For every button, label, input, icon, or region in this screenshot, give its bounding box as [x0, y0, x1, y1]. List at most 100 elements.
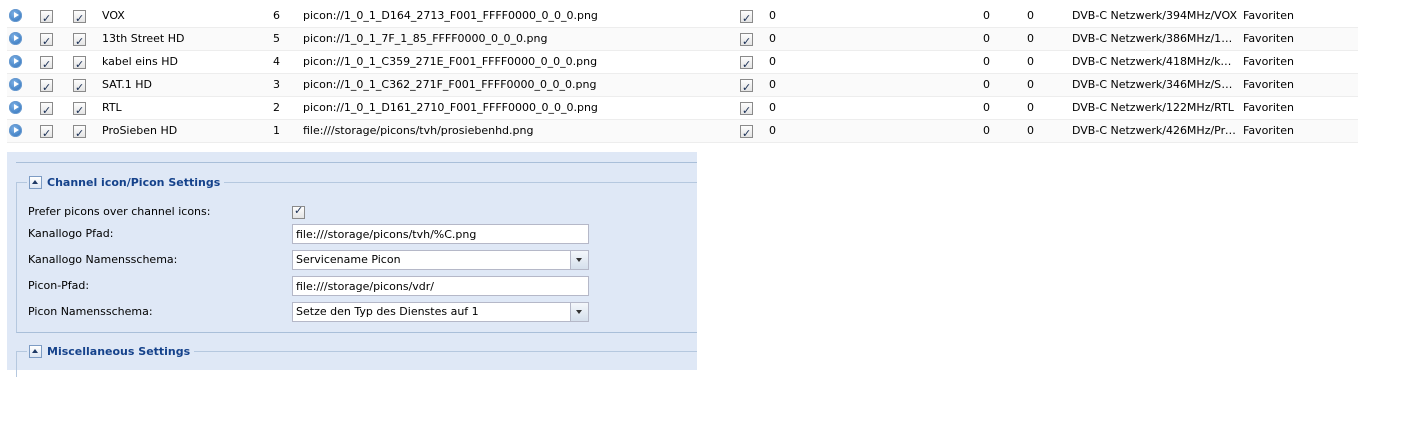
tags-cell[interactable]: Favoriten	[1243, 97, 1343, 119]
channel-icon-url-cell[interactable]: picon://1_0_1_C362_271F_F001_FFFF0000_0_…	[303, 74, 723, 96]
channel-name-cell[interactable]: SAT.1 HD	[102, 74, 262, 96]
channel-number-cell[interactable]: 2	[273, 97, 293, 119]
picon-path-label: Picon-Pfad:	[28, 279, 90, 292]
value-cell-2[interactable]: 0	[983, 5, 995, 27]
value-cell-3[interactable]: 0	[1027, 74, 1039, 96]
channel-number-cell[interactable]: 4	[273, 51, 293, 73]
value-cell-3[interactable]: 0	[1027, 5, 1039, 27]
table-row[interactable]: SAT.1 HD 3 picon://1_0_1_C362_271F_F001_…	[7, 74, 1358, 97]
autoname-checkbox[interactable]	[740, 31, 753, 50]
play-icon[interactable]	[9, 78, 22, 91]
enabled-checkbox[interactable]	[40, 54, 53, 73]
autoname-checkbox[interactable]	[740, 54, 753, 73]
section-title[interactable]: Channel icon/Picon Settings	[47, 176, 220, 189]
enabled-checkbox[interactable]	[40, 100, 53, 119]
services-cell[interactable]: DVB-C Netzwerk/346MHz/SAT...	[1072, 74, 1238, 96]
collapse-icon[interactable]	[29, 345, 42, 358]
chevron-down-icon[interactable]	[570, 251, 588, 269]
epg-checkbox[interactable]	[73, 100, 86, 119]
channel-icon-scheme-select[interactable]: Servicename Picon	[292, 250, 589, 270]
enabled-checkbox[interactable]	[40, 77, 53, 96]
channel-name-cell[interactable]: kabel eins HD	[102, 51, 262, 73]
channel-number-cell[interactable]: 1	[273, 120, 293, 142]
channel-name-cell[interactable]: ProSieben HD	[102, 120, 262, 142]
selected-value: Servicename Picon	[296, 253, 401, 266]
value-cell-1[interactable]: 0	[769, 74, 809, 96]
channel-icon-url-cell[interactable]: picon://1_0_1_7F_1_85_FFFF0000_0_0_0.png	[303, 28, 723, 50]
collapse-icon[interactable]	[29, 176, 42, 189]
tags-cell[interactable]: Favoriten	[1243, 120, 1343, 142]
value-cell-2[interactable]: 0	[983, 120, 995, 142]
table-row[interactable]: kabel eins HD 4 picon://1_0_1_C359_271E_…	[7, 51, 1358, 74]
value-cell-1[interactable]: 0	[769, 51, 809, 73]
prefer-picons-label: Prefer picons over channel icons:	[28, 205, 211, 218]
prefer-picons-checkbox[interactable]	[292, 204, 305, 219]
epg-checkbox[interactable]	[73, 54, 86, 73]
play-icon[interactable]	[9, 32, 22, 45]
section-title[interactable]: Miscellaneous Settings	[47, 345, 190, 358]
picon-path-row: Picon-Pfad:	[28, 276, 589, 298]
value-cell-1[interactable]: 0	[769, 97, 809, 119]
channel-icon-url-cell[interactable]: file:///storage/picons/tvh/prosiebenhd.p…	[303, 120, 723, 142]
divider	[16, 162, 697, 163]
value-cell-1[interactable]: 0	[769, 5, 809, 27]
picon-path-input[interactable]	[292, 276, 589, 296]
channel-number-cell[interactable]: 6	[273, 5, 293, 27]
play-icon[interactable]	[9, 124, 22, 137]
autoname-checkbox[interactable]	[740, 77, 753, 96]
channel-icon-url-cell[interactable]: picon://1_0_1_C359_271E_F001_FFFF0000_0_…	[303, 51, 723, 73]
autoname-checkbox[interactable]	[740, 100, 753, 119]
misc-settings-legend[interactable]: Miscellaneous Settings	[27, 343, 195, 360]
value-cell-3[interactable]: 0	[1027, 97, 1039, 119]
enabled-checkbox[interactable]	[40, 123, 53, 142]
channel-icon-url-cell[interactable]: picon://1_0_1_D161_2710_F001_FFFF0000_0_…	[303, 97, 723, 119]
play-icon[interactable]	[9, 55, 22, 68]
tags-cell[interactable]: Favoriten	[1243, 74, 1343, 96]
channel-name-cell[interactable]: RTL	[102, 97, 262, 119]
services-cell[interactable]: DVB-C Netzwerk/122MHz/RTL	[1072, 97, 1238, 119]
autoname-checkbox[interactable]	[740, 123, 753, 142]
tags-cell[interactable]: Favoriten	[1243, 5, 1343, 27]
epg-checkbox[interactable]	[73, 77, 86, 96]
value-cell-1[interactable]: 0	[769, 28, 809, 50]
play-icon[interactable]	[9, 9, 22, 22]
value-cell-3[interactable]: 0	[1027, 51, 1039, 73]
table-row[interactable]: RTL 2 picon://1_0_1_D161_2710_F001_FFFF0…	[7, 97, 1358, 120]
play-icon[interactable]	[9, 101, 22, 114]
value-cell-2[interactable]: 0	[983, 97, 995, 119]
channel-number-cell[interactable]: 5	[273, 28, 293, 50]
tags-cell[interactable]: Favoriten	[1243, 28, 1343, 50]
services-cell[interactable]: DVB-C Netzwerk/394MHz/VOX	[1072, 5, 1238, 27]
services-cell[interactable]: DVB-C Netzwerk/386MHz/13t...	[1072, 28, 1238, 50]
channel-number-cell[interactable]: 3	[273, 74, 293, 96]
channel-name-cell[interactable]: VOX	[102, 5, 262, 27]
enabled-checkbox[interactable]	[40, 8, 53, 27]
picon-scheme-row: Picon Namensschema: Setze den Typ des Di…	[28, 302, 589, 324]
autoname-checkbox[interactable]	[740, 8, 753, 27]
table-row[interactable]: ProSieben HD 1 file:///storage/picons/tv…	[7, 120, 1358, 143]
value-cell-3[interactable]: 0	[1027, 28, 1039, 50]
tags-cell[interactable]: Favoriten	[1243, 51, 1343, 73]
epg-checkbox[interactable]	[73, 31, 86, 50]
table-row[interactable]: VOX 6 picon://1_0_1_D164_2713_F001_FFFF0…	[7, 5, 1358, 28]
picon-settings-legend[interactable]: Channel icon/Picon Settings	[27, 174, 225, 191]
channel-icon-url-cell[interactable]: picon://1_0_1_D164_2713_F001_FFFF0000_0_…	[303, 5, 723, 27]
channel-icon-scheme-label: Kanallogo Namensschema:	[28, 253, 178, 266]
picon-scheme-select[interactable]: Setze den Typ des Dienstes auf 1	[292, 302, 589, 322]
value-cell-3[interactable]: 0	[1027, 120, 1039, 142]
channel-icon-path-input[interactable]	[292, 224, 589, 244]
services-cell[interactable]: DVB-C Netzwerk/426MHz/Pro...	[1072, 120, 1238, 142]
channel-name-cell[interactable]: 13th Street HD	[102, 28, 262, 50]
misc-settings-fieldset: Miscellaneous Settings	[16, 343, 697, 377]
epg-checkbox[interactable]	[73, 123, 86, 142]
value-cell-2[interactable]: 0	[983, 74, 995, 96]
epg-checkbox[interactable]	[73, 8, 86, 27]
value-cell-2[interactable]: 0	[983, 28, 995, 50]
prefer-picons-row: Prefer picons over channel icons:	[28, 202, 588, 224]
services-cell[interactable]: DVB-C Netzwerk/418MHz/kab...	[1072, 51, 1238, 73]
enabled-checkbox[interactable]	[40, 31, 53, 50]
value-cell-1[interactable]: 0	[769, 120, 809, 142]
chevron-down-icon[interactable]	[570, 303, 588, 321]
value-cell-2[interactable]: 0	[983, 51, 995, 73]
table-row[interactable]: 13th Street HD 5 picon://1_0_1_7F_1_85_F…	[7, 28, 1358, 51]
